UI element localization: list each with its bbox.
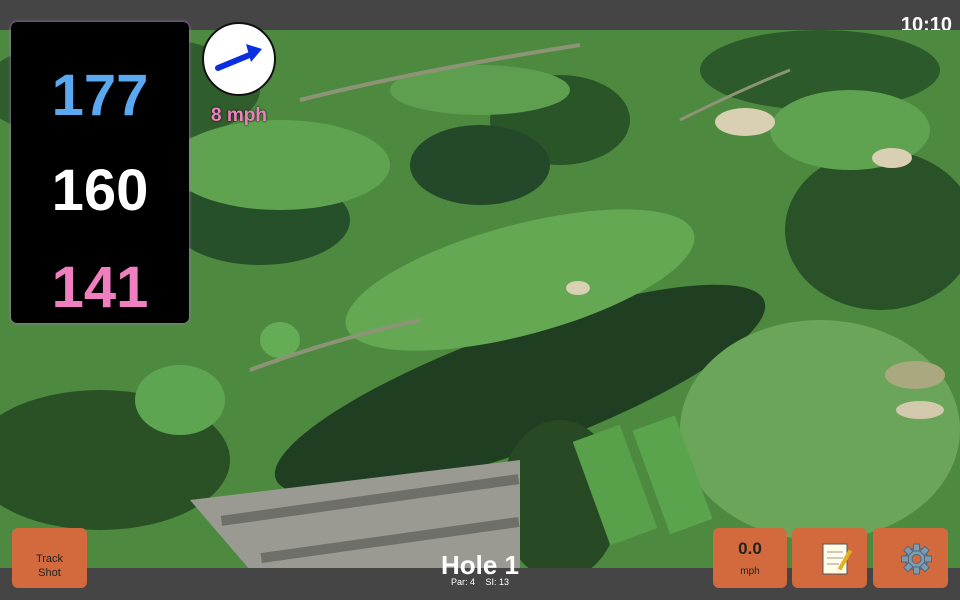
notepad-icon <box>822 543 853 575</box>
speed-value: 0.0 <box>738 539 762 558</box>
arrow-icon <box>215 44 262 71</box>
hole-info: Par: 4 SI: 13 <box>380 577 580 587</box>
speed-unit: mph <box>740 566 760 577</box>
gear-icon <box>901 543 932 575</box>
notes-button[interactable] <box>792 528 867 588</box>
distance-panel: 177 160 141 <box>11 22 189 323</box>
speed-button[interactable]: 0.0 mph <box>713 528 787 588</box>
track-shot-label-line1: Track <box>35 553 64 565</box>
settings-button[interactable] <box>873 528 948 588</box>
track-shot-button[interactable]: Track Shot <box>12 528 87 588</box>
wind-indicator <box>202 22 276 96</box>
hole-par: Par: 4 <box>450 577 475 587</box>
hole-stroke-index: SI: 13 <box>485 577 510 587</box>
track-shot-label-line2: Shot <box>38 567 61 579</box>
distance-middle: 160 <box>51 158 149 223</box>
wind-speed-label: 8 mph <box>211 105 267 126</box>
distance-front: 141 <box>51 255 149 320</box>
distance-back: 177 <box>51 63 149 128</box>
